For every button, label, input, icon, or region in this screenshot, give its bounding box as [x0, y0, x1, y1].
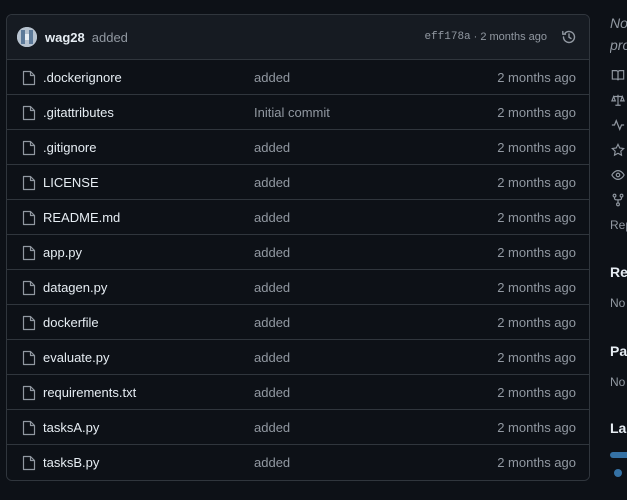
history-icon[interactable]	[561, 29, 577, 45]
commit-meta: eff178a · 2 months ago	[424, 29, 577, 45]
file-icon	[22, 245, 36, 261]
file-commit-message-link[interactable]: Initial commit	[254, 105, 330, 120]
file-name-link[interactable]: tasksB.py	[43, 455, 99, 470]
file-icon	[22, 175, 36, 191]
file-row: dockerfile added 2 months ago	[7, 305, 589, 340]
file-name-link[interactable]: .gitignore	[43, 140, 96, 155]
file-icon	[22, 105, 36, 121]
packages-empty-text: No	[610, 375, 626, 389]
commit-author-link[interactable]: wag28	[45, 30, 85, 45]
repo-sidebar: No pro Rep Rel No Pac No Lan	[610, 0, 627, 500]
commit-age: 2 months ago	[480, 31, 547, 43]
file-row: app.py added 2 months ago	[7, 235, 589, 270]
file-commit-message-link[interactable]: added	[254, 315, 290, 330]
file-commit-age: 2 months ago	[497, 139, 576, 155]
file-table: wag28 added eff178a · 2 months ago .dock…	[6, 14, 590, 481]
latest-commit-row: wag28 added eff178a · 2 months ago	[7, 15, 589, 60]
file-name-link[interactable]: README.md	[43, 210, 120, 225]
file-commit-age: 2 months ago	[497, 69, 576, 85]
file-commit-message-link[interactable]: added	[254, 175, 290, 190]
file-row: .gitattributes Initial commit 2 months ago	[7, 95, 589, 130]
language-bar	[610, 452, 627, 458]
file-name-link[interactable]: requirements.txt	[43, 385, 136, 400]
file-commit-age: 2 months ago	[497, 209, 576, 225]
star-icon	[611, 143, 625, 157]
about-line-1: No	[610, 15, 627, 31]
releases-heading[interactable]: Rel	[610, 264, 627, 280]
file-name-link[interactable]: dockerfile	[43, 315, 99, 330]
avatar[interactable]	[17, 27, 37, 47]
file-icon	[22, 420, 36, 436]
file-icon	[22, 455, 36, 471]
file-commit-message-link[interactable]: added	[254, 385, 290, 400]
file-row: LICENSE added 2 months ago	[7, 165, 589, 200]
file-row: .gitignore added 2 months ago	[7, 130, 589, 165]
file-name-link[interactable]: LICENSE	[43, 175, 99, 190]
file-row: .dockerignore added 2 months ago	[7, 60, 589, 95]
commit-sha-link[interactable]: eff178a	[424, 31, 470, 43]
file-commit-age: 2 months ago	[497, 314, 576, 330]
file-icon	[22, 70, 36, 86]
file-icon	[22, 210, 36, 226]
file-commit-age: 2 months ago	[497, 455, 576, 470]
file-icon	[22, 140, 36, 156]
file-name-link[interactable]: datagen.py	[43, 280, 107, 295]
file-row: evaluate.py added 2 months ago	[7, 340, 589, 375]
file-commit-message-link[interactable]: added	[254, 140, 290, 155]
file-row: tasksA.py added 2 months ago	[7, 410, 589, 445]
file-row: tasksB.py added 2 months ago	[7, 445, 589, 480]
file-list: .dockerignore added 2 months ago .gitattrib…	[7, 60, 589, 480]
file-name-link[interactable]: evaluate.py	[43, 350, 110, 365]
law-icon	[611, 94, 625, 106]
file-commit-message-link[interactable]: added	[254, 420, 290, 435]
file-name-link[interactable]: .gitattributes	[43, 105, 114, 120]
file-commit-message-link[interactable]: added	[254, 210, 290, 225]
pulse-icon	[611, 118, 625, 132]
book-icon	[611, 70, 625, 81]
file-name-link[interactable]: app.py	[43, 245, 82, 260]
file-commit-message-link[interactable]: added	[254, 280, 290, 295]
file-commit-message-link[interactable]: added	[254, 455, 290, 470]
file-name-link[interactable]: .dockerignore	[43, 70, 122, 85]
file-icon	[22, 350, 36, 366]
meta-separator: ·	[473, 31, 478, 43]
file-commit-message-link[interactable]: added	[254, 70, 290, 85]
file-commit-age: 2 months ago	[497, 279, 576, 295]
releases-empty-text: No	[610, 296, 626, 310]
file-commit-age: 2 months ago	[497, 244, 576, 260]
file-row: README.md added 2 months ago	[7, 200, 589, 235]
commit-message-link[interactable]: added	[92, 30, 128, 45]
fork-icon	[612, 193, 624, 207]
file-row: datagen.py added 2 months ago	[7, 270, 589, 305]
file-commit-age: 2 months ago	[497, 174, 576, 190]
packages-heading[interactable]: Pac	[610, 343, 627, 359]
file-name-link[interactable]: tasksA.py	[43, 420, 99, 435]
file-commit-message-link[interactable]: added	[254, 245, 290, 260]
file-commit-age: 2 months ago	[497, 384, 576, 400]
file-icon	[22, 315, 36, 331]
file-icon	[22, 280, 36, 296]
file-commit-age: 2 months ago	[497, 104, 576, 120]
report-link[interactable]: Rep	[610, 218, 627, 232]
languages-heading: Lan	[610, 420, 627, 436]
file-commit-message-link[interactable]: added	[254, 350, 290, 365]
language-dot	[614, 469, 622, 477]
about-line-2: pro	[610, 37, 627, 53]
file-commit-age: 2 months ago	[497, 419, 576, 435]
file-commit-age: 2 months ago	[497, 349, 576, 365]
about-description: No pro	[610, 12, 627, 56]
file-row: requirements.txt added 2 months ago	[7, 375, 589, 410]
file-icon	[22, 385, 36, 401]
eye-icon	[611, 170, 625, 180]
